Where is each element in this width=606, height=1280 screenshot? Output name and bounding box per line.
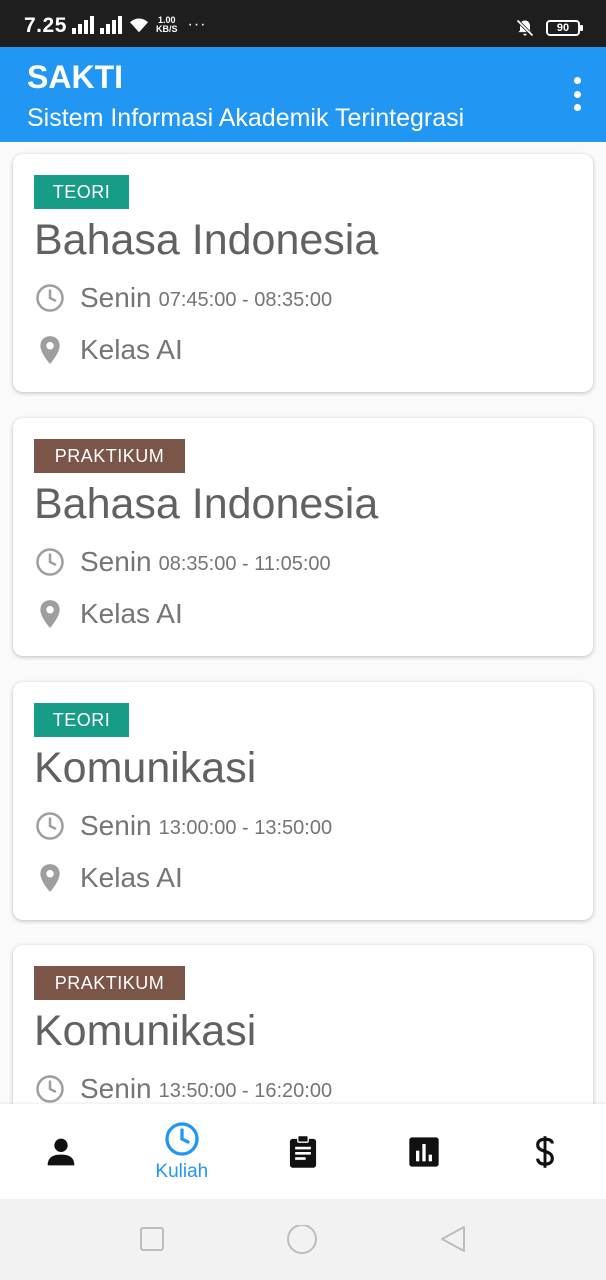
clock-icon [34,810,66,842]
bar-chart-icon [409,1136,439,1167]
nav-kuliah[interactable]: Kuliah [121,1104,242,1199]
system-navigation-bar [0,1199,606,1280]
clock-icon [34,546,66,578]
location-pin-icon [34,862,66,894]
course-name: Komunikasi [34,744,257,792]
bell-muted-icon [516,19,534,37]
course-time: 13:50:00 - 16:20:00 [158,1080,333,1102]
person-icon [47,1138,74,1165]
dollar-icon [536,1135,555,1168]
status-time: 7.25 [24,14,67,37]
course-type-badge: PRAKTIKUM [34,966,185,1000]
course-type-badge: TEORI [34,175,129,209]
course-card[interactable]: PRAKTIKUM Komunikasi Senin 13:50:00 - 16… [13,945,593,1104]
network-speed: 1.00 KB/S [156,15,178,34]
course-time: 08:35:00 - 11:05:00 [158,553,331,575]
recent-apps-icon[interactable] [138,1225,166,1253]
battery-icon: 90 [546,20,583,36]
course-time: 07:45:00 - 08:35:00 [158,289,333,311]
assignment-icon [289,1134,317,1168]
more-vert-icon[interactable] [570,77,584,111]
app-subtitle: Sistem Informasi Akademik Terintegrasi [27,104,465,132]
course-room: Kelas AI [80,334,183,365]
course-location: Kelas AI [34,862,183,894]
location-pin-icon [34,334,66,366]
status-bar: 7.25 1.00 KB/S ··· 90 [0,0,606,47]
course-card[interactable]: PRAKTIKUM Bahasa Indonesia Senin 08:35:0… [13,418,593,656]
signal-icon [100,16,122,34]
course-room: Kelas AI [80,598,183,629]
clock-icon [34,282,66,314]
course-day: Senin [80,546,152,577]
wifi-icon [130,18,148,33]
course-time: 13:00:00 - 13:50:00 [158,817,333,839]
bottom-navigation: Kuliah [0,1104,606,1199]
course-name: Komunikasi [34,1007,257,1055]
course-name: Bahasa Indonesia [34,480,379,528]
clock-icon [165,1121,199,1156]
more-notifications-icon: ··· [187,16,207,33]
course-location: Kelas AI [34,334,183,366]
course-day: Senin [80,810,152,841]
course-schedule: Senin 08:35:00 - 11:05:00 [34,546,331,578]
nav-grades[interactable] [364,1104,485,1199]
course-card[interactable]: TEORI Komunikasi Senin 13:00:00 - 13:50:… [13,682,593,920]
course-day: Senin [80,282,152,313]
course-schedule: Senin 07:45:00 - 08:35:00 [34,282,332,314]
course-name: Bahasa Indonesia [34,216,379,264]
nav-assignment[interactable] [242,1104,363,1199]
course-card[interactable]: TEORI Bahasa Indonesia Senin 07:45:00 - … [13,154,593,392]
home-icon[interactable] [286,1225,318,1257]
course-room: Kelas AI [80,862,183,893]
signal-icon [72,16,94,34]
app-title: SAKTI [27,59,123,95]
back-icon[interactable] [438,1225,468,1255]
app-bar: SAKTI Sistem Informasi Akademik Terinteg… [0,47,606,142]
course-location: Kelas AI [34,598,183,630]
clock-icon [34,1073,66,1104]
location-pin-icon [34,598,66,630]
course-day: Senin [80,1073,152,1104]
schedule-list[interactable]: TEORI Bahasa Indonesia Senin 07:45:00 - … [0,142,606,1104]
nav-label: Kuliah [155,1160,209,1182]
course-type-badge: PRAKTIKUM [34,439,185,473]
course-type-badge: TEORI [34,703,129,737]
course-schedule: Senin 13:50:00 - 16:20:00 [34,1073,332,1104]
nav-payment[interactable] [485,1104,606,1199]
nav-profile[interactable] [0,1104,121,1199]
course-schedule: Senin 13:00:00 - 13:50:00 [34,810,332,842]
status-icons: 1.00 KB/S ··· [72,16,207,34]
